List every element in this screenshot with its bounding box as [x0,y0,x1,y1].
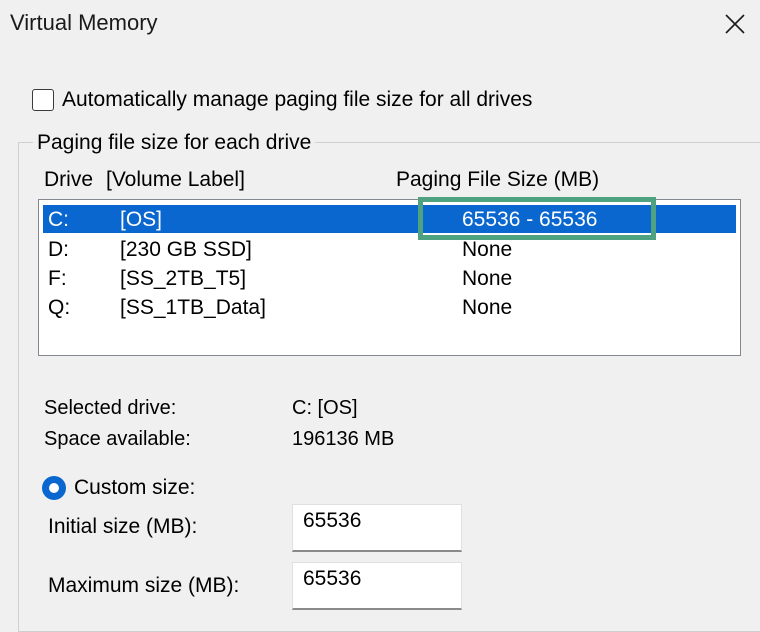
drive-volume-label: [SS_1TB_Data] [120,296,266,319]
drive-volume-label: [230 GB SSD] [120,238,252,261]
column-header-paging-size: Paging File Size (MB) [396,168,600,191]
auto-manage-checkbox[interactable] [32,89,54,111]
column-header-drive: Drive [44,168,94,191]
drive-row[interactable]: Q: [SS_1TB_Data] None [43,293,736,321]
drive-paging-size: None [462,267,513,290]
drive-letter: F: [48,267,67,290]
drive-letter: C: [48,208,69,231]
drive-row[interactable]: F: [SS_2TB_T5] None [43,264,736,292]
drive-paging-size: None [462,296,513,319]
drive-volume-label: [SS_2TB_T5] [120,267,247,290]
maximum-size-label: Maximum size (MB): [48,574,240,597]
drive-letter: Q: [48,296,71,319]
auto-manage-label: Automatically manage paging file size fo… [62,88,533,111]
drive-paging-size: None [462,238,513,261]
custom-size-option[interactable]: Custom size: [42,476,195,500]
paging-group-label: Paging file size for each drive [33,131,316,155]
column-header-volume-label: [Volume Label] [106,168,245,191]
custom-size-label: Custom size: [74,476,196,499]
close-button[interactable] [712,2,758,46]
initial-size-label: Initial size (MB): [48,515,198,538]
space-available-value: 196136 MB [292,428,395,450]
close-icon [725,14,745,34]
paging-size-highlight-box [418,197,656,240]
dialog-title: Virtual Memory [10,10,158,35]
maximum-size-input[interactable]: 65536 [292,562,462,610]
drive-volume-label: [OS] [120,208,163,231]
initial-size-input[interactable]: 65536 [292,504,462,552]
space-available-label: Space available: [44,428,191,450]
selected-drive-label: Selected drive: [44,397,177,419]
drive-letter: D: [48,238,69,261]
auto-manage-row[interactable]: Automatically manage paging file size fo… [32,88,532,112]
radio-dot [49,483,59,493]
selected-drive-value: C: [OS] [292,397,358,419]
radio-selected-icon[interactable] [42,476,66,500]
